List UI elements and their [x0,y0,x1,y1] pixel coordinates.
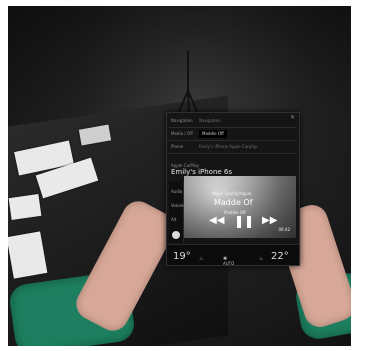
next-icon[interactable]: ▶▶ [262,216,277,226]
navigation-row[interactable]: Navigation Navigation [169,115,297,128]
paper-4 [8,231,48,279]
media-value: Maddie Off [199,130,227,138]
infotainment-panel: ✕ Navigation Navigation Media / Off Madd… [166,112,300,266]
climate-bar: 19° ♨ ✺ AUTO ♨ 22° [167,244,299,266]
phone-value: Emily's iPhone Apple Carplay [199,144,258,149]
left-temperature[interactable]: 19° [173,251,191,262]
navigation-label: Navigation [171,118,193,123]
navigation-value: Navigation [199,118,221,123]
previous-icon[interactable]: ◀◀ [209,216,224,226]
seat-heat-icon[interactable]: ♨ [199,256,203,262]
paper-3 [8,194,42,220]
track-title: Madde Of [214,198,253,207]
side-item-alt[interactable]: Alt [171,217,176,222]
phone-label: Phone [171,144,184,149]
background-photo: ✕ Navigation Navigation Media / Off Madd… [8,6,351,346]
pause-icon[interactable]: ❚❚ [234,215,254,227]
track-source: Music Spotify/Apple [212,191,252,196]
media-player: Music Spotify/Apple Madde Of Maddie Off … [184,176,296,238]
right-temperature[interactable]: 22° [271,251,289,262]
volume-knob[interactable] [172,231,180,239]
phone-row[interactable]: Phone Emily's iPhone Apple Carplay [169,141,297,154]
climate-mode[interactable]: AUTO [223,261,234,266]
side-item-audio[interactable]: Audio [171,189,182,194]
media-row[interactable]: Media / Off Maddie Off [169,128,297,141]
seat-heat-icon[interactable]: ♨ [259,256,263,262]
track-time: 00:42 [278,227,290,232]
source-name[interactable]: Emily's iPhone 6s [171,168,232,176]
side-panel: Audio Volume Alt [169,181,186,243]
media-label: Media / Off [171,131,193,136]
